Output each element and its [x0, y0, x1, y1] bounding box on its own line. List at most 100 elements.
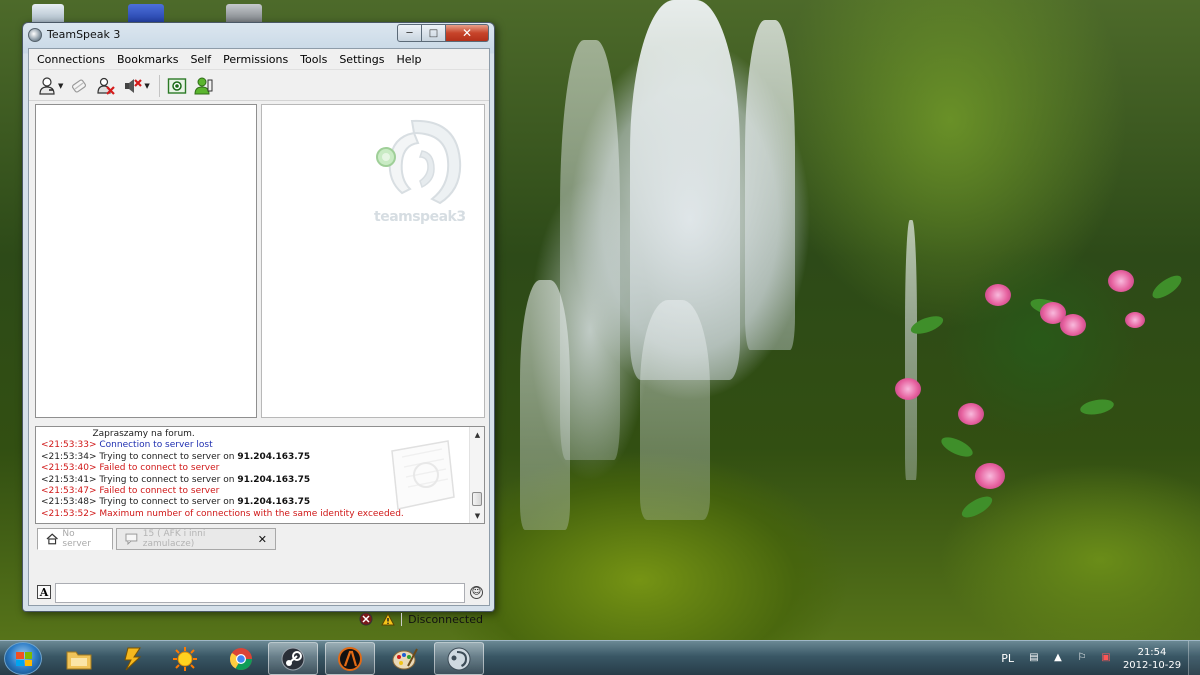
server-address: 91.204.163.75	[237, 497, 311, 508]
tab-server[interactable]: No server	[37, 528, 113, 550]
chat-text: Failed to connect to server	[96, 463, 220, 474]
clock[interactable]: 21:54 2012-10-29	[1122, 646, 1182, 672]
chat-text: Trying to connect to server on	[96, 474, 238, 485]
network-icon[interactable]: ▣	[1098, 652, 1114, 666]
clock-date: 2012-10-29	[1122, 659, 1182, 671]
taskbar-winamp[interactable]	[108, 642, 158, 675]
language-indicator[interactable]: PL	[1001, 652, 1014, 665]
scroll-thumb[interactable]	[472, 492, 482, 506]
keyboard-icon[interactable]: ▤	[1026, 652, 1042, 666]
taskbar: PL ▤ ▲ ⚐ ▣ 21:54 2012-10-29	[0, 640, 1200, 675]
contacts-icon	[194, 77, 213, 94]
not-recording-icon[interactable]	[359, 612, 373, 626]
taskbar-explorer[interactable]	[54, 642, 104, 675]
chat-message: <21:53:52> Maximum number of connections…	[41, 509, 404, 520]
chat-text: Maximum number of connections with the s…	[96, 508, 404, 519]
chat-message: <21:53:47> Failed to connect to server	[41, 486, 404, 497]
away-icon	[97, 77, 116, 95]
tab-channel[interactable]: 15 ( AFK i inni zamulacze) ✕	[116, 528, 276, 550]
system-tray: PL ▤ ▲ ⚐ ▣ 21:54 2012-10-29	[1001, 641, 1200, 675]
teamspeak-logo-text: teamspeak3	[374, 209, 466, 225]
chat-bubble-icon	[125, 533, 138, 545]
chat-timestamp: <21:53:52>	[41, 508, 97, 519]
chat-lines: Zapraszamy na forum. <21:53:33> Connectio…	[41, 429, 404, 520]
server-address: 91.204.163.75	[237, 451, 311, 462]
chat-text: Trying to connect to server on	[96, 497, 238, 508]
disconnect-button[interactable]	[67, 74, 91, 98]
capture-button[interactable]	[165, 74, 189, 98]
chat-timestamp: <21:53:47>	[41, 486, 97, 497]
menu-bookmarks[interactable]: Bookmarks	[111, 49, 184, 70]
tab-server-label: No server	[62, 529, 91, 549]
minimize-button[interactable]: ─	[397, 24, 422, 42]
info-panel: teamspeak3	[261, 104, 485, 418]
status-bar: Disconnected	[359, 611, 483, 627]
mute-icon	[125, 78, 143, 93]
disconnect-icon	[72, 78, 87, 93]
chat-timestamp: <21:53:40>	[41, 463, 97, 474]
chat-input-row: A ☺	[35, 583, 485, 603]
tab-channel-label: 15 ( AFK i inni zamulacze)	[142, 529, 206, 549]
chat-log[interactable]: Zapraszamy na forum. <21:53:33> Connectio…	[35, 426, 485, 524]
chat-input[interactable]	[55, 583, 465, 603]
menu-settings[interactable]: Settings	[333, 49, 390, 70]
chat-tabs: No server 15 ( AFK i inni zamulacze) ✕	[37, 528, 276, 550]
contacts-button[interactable]	[192, 74, 216, 98]
connection-status: Disconnected	[401, 612, 483, 626]
chat-timestamp: <21:53:41>	[41, 474, 97, 485]
windows-logo-icon	[16, 652, 32, 666]
taskbar-chrome[interactable]	[216, 642, 266, 675]
window-title: TeamSpeak 3	[47, 28, 121, 41]
maximize-button[interactable]: □	[422, 24, 446, 42]
teamspeak-window: TeamSpeak 3 ─ □ ✕ Connections Bookmarks …	[22, 22, 495, 626]
taskbar-sunny[interactable]	[160, 642, 210, 675]
chat-timestamp: <21:53:48>	[41, 497, 97, 508]
menu-tools[interactable]: Tools	[294, 49, 333, 70]
clock-time: 21:54	[1137, 646, 1167, 658]
chat-text: Trying to connect to server on	[96, 451, 238, 462]
folder-icon	[66, 651, 92, 669]
chat-text: Zapraszamy na forum.	[92, 429, 195, 439]
scroll-up-button[interactable]: ▲	[470, 427, 484, 442]
show-desktop-button[interactable]	[1188, 641, 1200, 675]
action-center-icon[interactable]: ⚐	[1074, 652, 1090, 666]
home-icon	[46, 533, 58, 545]
chat-message: <21:53:34> Trying to connect to server o…	[41, 452, 404, 463]
menu-help[interactable]: Help	[390, 49, 427, 70]
paint-palette-icon	[392, 648, 418, 669]
chat-message: <21:53:41> Trying to connect to server o…	[41, 475, 404, 486]
chat-timestamp: <21:53:34>	[41, 451, 97, 462]
chat-message: <21:53:33> Connection to server lost	[41, 440, 404, 451]
show-hidden-icons-icon[interactable]: ▲	[1050, 652, 1066, 666]
text-format-button[interactable]: A	[37, 585, 51, 599]
away-button[interactable]	[94, 74, 118, 98]
taskbar-half-life[interactable]	[325, 642, 375, 675]
chat-text: Failed to connect to server	[96, 486, 220, 497]
title-bar[interactable]: TeamSpeak 3 ─ □ ✕	[23, 23, 494, 47]
emoticon-button[interactable]: ☺	[470, 586, 483, 599]
menu-connections[interactable]: Connections	[31, 49, 111, 70]
chrome-icon	[230, 647, 252, 670]
menu-permissions[interactable]: Permissions	[217, 49, 294, 70]
mute-button[interactable]	[121, 74, 145, 98]
taskbar-steam[interactable]	[268, 642, 318, 675]
menu-self[interactable]: Self	[184, 49, 217, 70]
start-button[interactable]	[4, 642, 42, 675]
teamspeak-icon	[447, 647, 471, 670]
tab-close-button[interactable]: ✕	[258, 533, 267, 546]
chat-message: Zapraszamy na forum.	[41, 429, 404, 440]
half-life-icon	[338, 646, 362, 671]
scroll-down-button[interactable]: ▼	[470, 508, 484, 523]
steam-icon	[281, 647, 305, 670]
connect-button[interactable]	[35, 74, 59, 98]
channel-tree[interactable]	[35, 104, 257, 418]
warning-icon[interactable]	[381, 612, 395, 626]
taskbar-paint[interactable]	[380, 642, 430, 675]
taskbar-teamspeak[interactable]	[434, 642, 484, 675]
connect-dropdown-arrow[interactable]: ▼	[58, 82, 63, 90]
menu-bar: Connections Bookmarks Self Permissions T…	[29, 49, 489, 70]
window-client-area: Connections Bookmarks Self Permissions T…	[28, 48, 490, 626]
mute-dropdown-arrow[interactable]: ▼	[144, 82, 149, 90]
chat-scrollbar[interactable]: ▲ ▼	[469, 427, 484, 523]
close-button[interactable]: ✕	[446, 24, 489, 42]
